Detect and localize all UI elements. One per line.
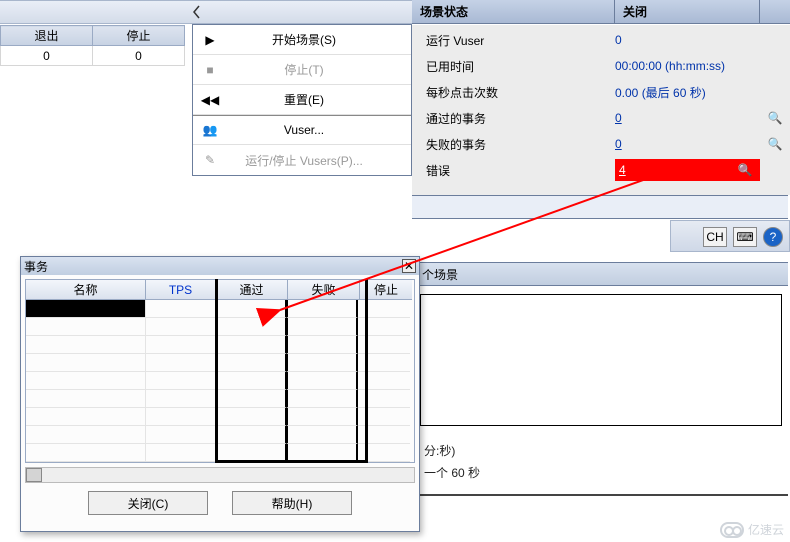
scenario-action-panel: ▶ 开始场景(S) ■ 停止(T) ◀◀ 重置(E) 👥 Vuser... ✎ …: [192, 24, 412, 176]
transactions-dialog: 事务 ✕ 名称 TPS 通过 失败 停止 关闭(C) 帮助(H): [20, 256, 420, 532]
col-tps[interactable]: TPS: [146, 280, 216, 300]
scrollbar-thumb[interactable]: [26, 468, 42, 482]
run-stop-vusers-button: ✎ 运行/停止 Vusers(P)...: [193, 145, 411, 175]
col-stop: 停止: [93, 26, 185, 46]
row-tps: 每秒点击次数 0.00 (最后 60 秒): [412, 79, 790, 105]
table-row[interactable]: [26, 426, 414, 444]
exit-stop-table: 退出 停止 0 0: [0, 25, 185, 66]
spacer-strip: [412, 195, 788, 219]
failed-tx-link[interactable]: 0: [615, 137, 622, 151]
row-elapsed: 已用时间 00:00:00 (hh:mm:ss): [412, 53, 790, 79]
errors-link[interactable]: 4: [619, 163, 626, 177]
scenario-status-panel: 场景状态 关闭 运行 Vuser 0 已用时间 00:00:00 (hh:mm:…: [412, 0, 790, 195]
magnify-icon[interactable]: 🔍: [760, 111, 790, 125]
panel-collapse-arrow-icon[interactable]: [192, 5, 200, 19]
table-row[interactable]: [26, 372, 414, 390]
table-row[interactable]: [26, 300, 414, 318]
row-failed-tx: 失败的事务 0 🔍: [412, 131, 790, 157]
table-row[interactable]: [26, 390, 414, 408]
right-line-2: 一个 60 秒: [424, 462, 778, 484]
col-pass[interactable]: 通过: [216, 280, 288, 300]
start-scenario-button[interactable]: ▶ 开始场景(S): [193, 25, 411, 55]
magnify-icon[interactable]: 🔍: [730, 163, 760, 177]
passed-tx-link[interactable]: 0: [615, 111, 622, 125]
watermark-icon: [720, 522, 744, 538]
vusers-icon: 👥: [193, 123, 227, 137]
stop-scenario-button: ■ 停止(T): [193, 55, 411, 85]
keyboard-icon[interactable]: ⌨: [733, 227, 757, 247]
col-stop[interactable]: 停止: [360, 280, 412, 300]
magnify-icon[interactable]: 🔍: [760, 137, 790, 151]
col-name[interactable]: 名称: [26, 280, 146, 300]
ch-button[interactable]: CH: [703, 227, 727, 247]
transactions-grid: 名称 TPS 通过 失败 停止: [25, 279, 415, 463]
row-running-vuser: 运行 Vuser 0: [412, 27, 790, 53]
top-toolbar-strip: [0, 0, 412, 24]
col-fail[interactable]: 失败: [288, 280, 360, 300]
col-exit: 退出: [1, 26, 93, 46]
right-line-1: 分:秒): [424, 440, 778, 462]
row-passed-tx: 通过的事务 0 🔍: [412, 105, 790, 131]
runstop-icon: ✎: [193, 153, 227, 167]
right-panel-box: [420, 294, 782, 426]
right-lower-panel: 个场景 分:秒) 一个 60 秒: [414, 262, 788, 496]
status-close-header: 关闭: [615, 0, 760, 23]
vuser-button[interactable]: 👥 Vuser...: [193, 115, 411, 145]
horizontal-scrollbar[interactable]: [25, 467, 415, 483]
status-title: 场景状态: [412, 0, 615, 23]
help-icon[interactable]: ?: [763, 227, 783, 247]
rewind-icon: ◀◀: [193, 93, 227, 107]
right-panel-title: 个场景: [414, 262, 788, 286]
table-row[interactable]: [26, 336, 414, 354]
table-row[interactable]: [26, 408, 414, 426]
table-row[interactable]: [26, 444, 414, 462]
stop-icon: ■: [193, 63, 227, 77]
dialog-titlebar[interactable]: 事务 ✕: [21, 257, 419, 275]
help-button[interactable]: 帮助(H): [232, 491, 352, 515]
watermark: 亿速云: [720, 521, 784, 538]
reset-scenario-button[interactable]: ◀◀ 重置(E): [193, 85, 411, 115]
play-icon: ▶: [193, 33, 227, 47]
dialog-title: 事务: [24, 258, 402, 275]
table-row[interactable]: [26, 354, 414, 372]
statusbar-right: CH ⌨ ?: [670, 220, 790, 252]
val-exit: 0: [1, 46, 93, 66]
row-errors: 错误 4 🔍: [412, 157, 790, 183]
val-stop: 0: [93, 46, 185, 66]
close-button[interactable]: 关闭(C): [88, 491, 208, 515]
table-row[interactable]: [26, 318, 414, 336]
close-icon[interactable]: ✕: [402, 259, 416, 273]
